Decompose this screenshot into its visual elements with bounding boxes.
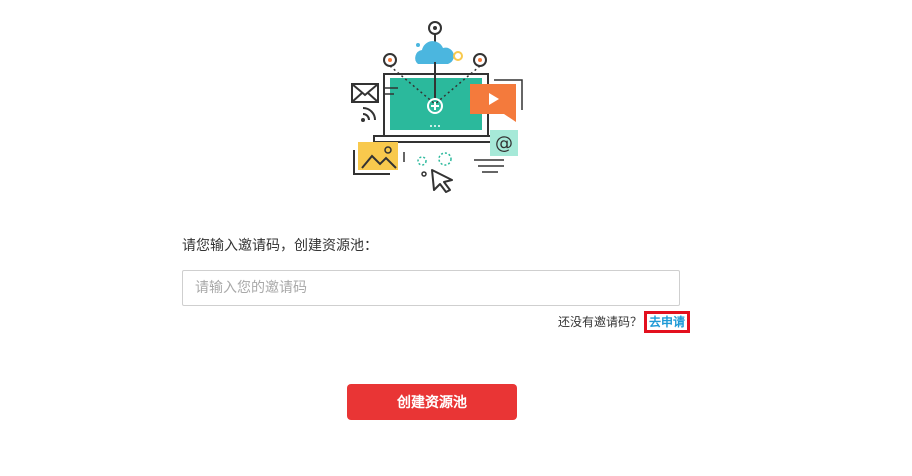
svg-text:@: @: [495, 133, 513, 154]
loading-dots-icon: [417, 152, 452, 166]
left-pin-icon: [383, 53, 397, 67]
wifi-icon: [361, 107, 376, 122]
right-pin-icon: [473, 53, 487, 67]
no-invite-code-hint: 还没有邀请码？: [557, 315, 642, 329]
dot-icon: [453, 51, 463, 61]
apply-invite-code-link[interactable]: 去申请: [643, 311, 690, 333]
cursor-icon: [421, 169, 453, 193]
network-laptop-illustration: @: [351, 21, 523, 193]
create-resource-pool-page: @ 请您输入邀请码，创建资源池： 还没有邀请码？去申请 创建资源池: [0, 0, 912, 476]
invite-code-prompt: 请您输入邀请码，创建资源池：: [182, 238, 378, 254]
create-resource-pool-button[interactable]: 创建资源池: [347, 384, 517, 420]
no-invite-code-hint-row: 还没有邀请码？ 去申请: [557, 311, 690, 333]
invite-code-input[interactable]: [182, 270, 680, 306]
image-icon: [353, 142, 405, 175]
cloud-icon: [415, 41, 454, 64]
